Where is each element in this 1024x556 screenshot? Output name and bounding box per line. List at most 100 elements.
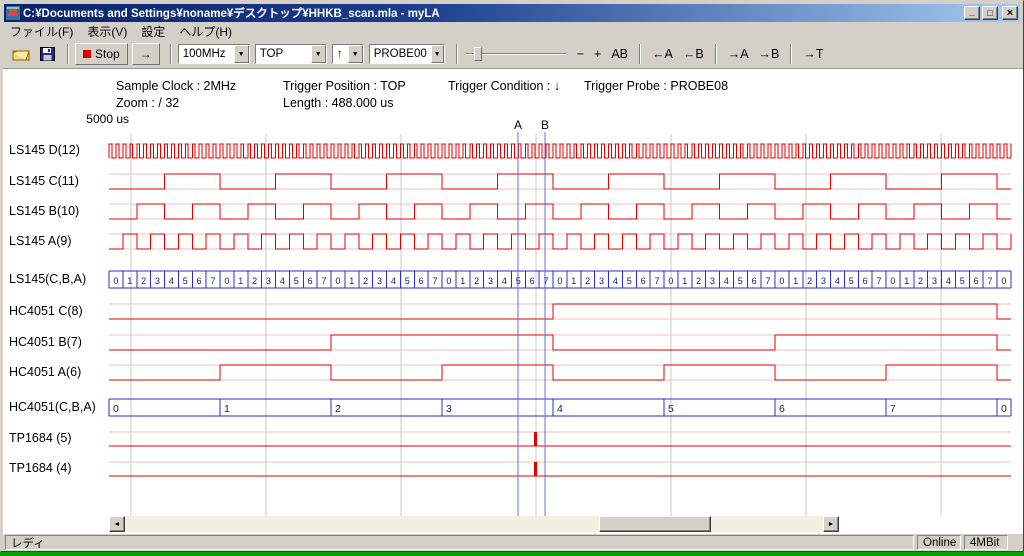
svg-text:4: 4 (946, 276, 951, 286)
horizontal-scrollbar[interactable]: ◄ ► (109, 516, 839, 532)
svg-text:6: 6 (752, 276, 757, 286)
toolbar-separator (639, 44, 641, 64)
scroll-left-button[interactable]: ◄ (109, 516, 125, 532)
svg-text:6: 6 (641, 276, 646, 286)
goto-b-fwd-button[interactable]: →B (754, 44, 785, 65)
svg-text:4: 4 (391, 276, 396, 286)
status-ready: レディ (5, 535, 914, 550)
svg-text:7: 7 (890, 403, 896, 415)
svg-text:0: 0 (113, 276, 118, 286)
trigger-edge-combo[interactable]: ↑ ▼ (332, 44, 364, 64)
status-grip (1011, 535, 1021, 550)
waveform-canvas[interactable]: 0123456701234567012345670123456701234567… (1, 124, 1021, 516)
svg-text:7: 7 (988, 276, 993, 286)
svg-text:3: 3 (710, 276, 715, 286)
toolbar: Stop → 100MHz ▼ TOP ▼ ↑ ▼ PROBE00 ▼ − + … (3, 40, 1023, 69)
svg-text:4: 4 (835, 276, 840, 286)
folder-open-icon (12, 47, 30, 61)
menu-file[interactable]: ファイル(F) (3, 22, 80, 41)
window-title: C:¥Documents and Settings¥noname¥デスクトップ¥… (23, 5, 962, 21)
svg-text:2: 2 (363, 276, 368, 286)
menu-view[interactable]: 表示(V) (80, 22, 134, 41)
ab-button[interactable]: AB (606, 44, 633, 65)
minimize-button[interactable]: _ (964, 6, 980, 20)
zoom-info: Zoom : / 32 (116, 96, 179, 110)
stop-icon (83, 50, 91, 58)
chevron-down-icon[interactable]: ▼ (348, 45, 363, 63)
svg-text:3: 3 (155, 276, 160, 286)
trigger-position-combo[interactable]: TOP ▼ (255, 44, 327, 64)
toolbar-separator (170, 44, 172, 64)
svg-text:1: 1 (127, 276, 132, 286)
svg-text:3: 3 (266, 276, 271, 286)
maximize-button[interactable]: □ (982, 6, 998, 20)
svg-text:1: 1 (460, 276, 465, 286)
svg-text:4: 4 (557, 403, 563, 415)
svg-text:0: 0 (557, 276, 562, 286)
zoom-out-button[interactable]: − (572, 44, 589, 65)
svg-text:2: 2 (918, 276, 923, 286)
svg-text:5: 5 (294, 276, 299, 286)
svg-text:0: 0 (668, 276, 673, 286)
svg-text:0: 0 (890, 276, 895, 286)
svg-text:3: 3 (446, 403, 452, 415)
svg-text:6: 6 (197, 276, 202, 286)
sample-clock-value: 100MHz (179, 48, 234, 60)
open-file-button[interactable] (9, 43, 33, 65)
sample-clock-info: Sample Clock : 2MHz (116, 79, 236, 93)
zoom-in-button[interactable]: + (589, 44, 606, 65)
length-info: Length : 488.000 us (283, 96, 394, 110)
scroll-thumb[interactable] (599, 516, 711, 532)
chevron-down-icon[interactable]: ▼ (431, 45, 444, 63)
trigger-position-value: TOP (256, 48, 311, 60)
svg-text:3: 3 (488, 276, 493, 286)
close-button[interactable]: × (1002, 6, 1018, 20)
sample-clock-combo[interactable]: 100MHz ▼ (178, 44, 250, 64)
run-button[interactable]: → (132, 43, 160, 65)
chevron-down-icon[interactable]: ▼ (311, 45, 326, 63)
svg-text:2: 2 (474, 276, 479, 286)
svg-text:7: 7 (655, 276, 660, 286)
stop-button[interactable]: Stop (75, 43, 128, 65)
scroll-track[interactable] (125, 516, 823, 532)
goto-a-back-button[interactable]: ←A (647, 44, 678, 65)
menu-settings[interactable]: 設定 (134, 22, 172, 41)
probe-combo[interactable]: PROBE00 ▼ (369, 44, 445, 64)
goto-trigger-button[interactable]: →T (798, 44, 828, 65)
trigger-edge-value: ↑ (333, 48, 348, 60)
menu-help[interactable]: ヘルプ(H) (172, 22, 239, 41)
app-icon[interactable] (6, 6, 20, 20)
svg-text:5: 5 (183, 276, 188, 286)
zoom-slider[interactable] (466, 44, 566, 64)
svg-text:6: 6 (308, 276, 313, 286)
svg-text:7: 7 (544, 276, 549, 286)
toolbar-separator (456, 44, 458, 64)
goto-b-back-button[interactable]: ←B (678, 44, 709, 65)
svg-text:1: 1 (682, 276, 687, 286)
svg-text:3: 3 (821, 276, 826, 286)
svg-text:7: 7 (766, 276, 771, 286)
svg-text:2: 2 (252, 276, 257, 286)
svg-text:0: 0 (1001, 403, 1007, 415)
svg-text:4: 4 (502, 276, 507, 286)
svg-text:3: 3 (932, 276, 937, 286)
status-online: Online (917, 535, 961, 550)
slider-handle[interactable] (474, 47, 482, 61)
trigger-probe-info: Trigger Probe : PROBE08 (584, 79, 728, 93)
svg-text:6: 6 (974, 276, 979, 286)
svg-text:6: 6 (530, 276, 535, 286)
svg-text:3: 3 (599, 276, 604, 286)
title-bar[interactable]: C:¥Documents and Settings¥noname¥デスクトップ¥… (4, 4, 1020, 22)
svg-text:1: 1 (904, 276, 909, 286)
scroll-right-button[interactable]: ► (823, 516, 839, 532)
svg-text:7: 7 (433, 276, 438, 286)
svg-text:4: 4 (169, 276, 174, 286)
status-bar: レディ Online 4MBit (3, 534, 1023, 551)
svg-text:3: 3 (377, 276, 382, 286)
chevron-down-icon[interactable]: ▼ (234, 45, 249, 63)
svg-text:1: 1 (349, 276, 354, 286)
save-button[interactable] (35, 43, 59, 65)
toolbar-separator (790, 44, 792, 64)
goto-a-fwd-button[interactable]: →A (723, 44, 754, 65)
probe-value: PROBE00 (370, 48, 431, 60)
